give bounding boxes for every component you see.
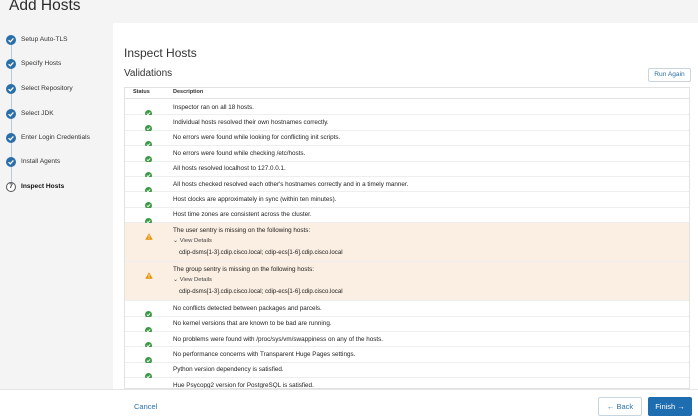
check-icon bbox=[6, 133, 16, 143]
column-header-description: Description bbox=[173, 89, 204, 95]
wizard-sidebar: Setup Auto-TLS Specify Hosts Select Repo… bbox=[0, 23, 113, 389]
step-install-agents[interactable]: Install Agents bbox=[6, 157, 111, 169]
table-row: Host time zones are consistent across th… bbox=[125, 207, 689, 225]
row-description: No problems were found with /proc/sys/vm… bbox=[173, 335, 383, 343]
row-description: Host time zones are consistent across th… bbox=[173, 211, 312, 219]
chevron-down-icon: ⌄ bbox=[173, 238, 180, 245]
success-check-icon bbox=[145, 351, 152, 365]
success-check-icon bbox=[145, 321, 152, 334]
table-row: No errors were found while checking /etc… bbox=[125, 146, 689, 164]
table-row: Hue Psycopg2 version for PostgreSQL is s… bbox=[125, 378, 689, 389]
check-icon bbox=[6, 157, 16, 167]
step-setup-auto-tls[interactable]: Setup Auto-TLS bbox=[6, 35, 111, 47]
wizard-footer: Cancel ← Back Finish → bbox=[0, 389, 698, 419]
step-label: Enter Login Credentials bbox=[21, 134, 90, 141]
row-description: Hue Psycopg2 version for PostgreSQL is s… bbox=[173, 381, 314, 389]
step-label: Specify Hosts bbox=[21, 60, 62, 67]
check-icon bbox=[6, 84, 16, 94]
success-check-icon bbox=[145, 181, 152, 194]
success-check-icon bbox=[145, 119, 152, 133]
back-button[interactable]: ← Back bbox=[598, 397, 642, 416]
check-icon bbox=[6, 109, 16, 119]
view-details-label: View Details bbox=[179, 238, 213, 245]
row-detail-hosts: cdip-dsms[1-3].cdip.cisco.local; cdip-ec… bbox=[179, 288, 343, 296]
success-check-icon bbox=[145, 212, 152, 225]
row-detail-hosts: cdip-dsms[1-3].cdip.cisco.local; cdip-ec… bbox=[179, 249, 343, 257]
cancel-button[interactable]: Cancel bbox=[134, 402, 157, 411]
table-row: All hosts checked resolved each other's … bbox=[125, 177, 689, 194]
check-icon bbox=[6, 59, 16, 69]
step-number: 7 bbox=[9, 183, 13, 190]
row-description: Host clocks are approximately in sync (w… bbox=[173, 195, 337, 203]
top-header: Add Hosts bbox=[0, 0, 698, 23]
table-row: No errors were found while looking for c… bbox=[125, 130, 689, 148]
success-check-icon bbox=[145, 135, 152, 148]
row-description: Python version dependency is satisfied. bbox=[173, 366, 284, 374]
step-label: Select JDK bbox=[21, 110, 54, 117]
table-row: The group sentry is missing on the follo… bbox=[125, 262, 689, 302]
step-label: Install Agents bbox=[21, 158, 61, 165]
success-check-icon bbox=[145, 367, 152, 380]
step-number-badge: 7 bbox=[6, 182, 16, 192]
view-details-toggle[interactable]: ⌄ View Details bbox=[173, 276, 212, 283]
row-description: No errors were found while looking for c… bbox=[173, 134, 341, 142]
main-panel: Inspect Hosts Validations Run Again Stat… bbox=[113, 23, 698, 389]
table-row: Individual hosts resolved their own host… bbox=[125, 115, 689, 133]
validations-heading: Validations bbox=[124, 68, 173, 79]
success-check-icon bbox=[145, 305, 152, 319]
success-check-icon bbox=[145, 196, 152, 210]
table-row: Inspector ran on all 18 hosts. bbox=[125, 100, 689, 117]
success-check-icon bbox=[145, 150, 152, 164]
row-description: No errors were found while checking /etc… bbox=[173, 149, 306, 157]
row-description: All hosts checked resolved each other's … bbox=[173, 180, 409, 188]
success-check-icon bbox=[145, 104, 152, 117]
validations-table: Status Description Inspector ran on all … bbox=[124, 87, 690, 389]
row-description: Individual hosts resolved their own host… bbox=[173, 118, 329, 126]
success-check-icon bbox=[145, 382, 152, 388]
section-title: Inspect Hosts bbox=[124, 46, 197, 60]
step-label: Inspect Hosts bbox=[21, 183, 65, 190]
step-specify-hosts[interactable]: Specify Hosts bbox=[6, 59, 111, 71]
view-details-toggle[interactable]: ⌄ View Details bbox=[173, 237, 212, 244]
success-check-icon bbox=[145, 166, 152, 179]
step-select-jdk[interactable]: Select JDK bbox=[6, 109, 111, 121]
table-row: All hosts resolved localhost to 127.0.0.… bbox=[125, 161, 689, 179]
success-check-icon bbox=[145, 336, 152, 349]
table-row: Python version dependency is satisfied. bbox=[125, 362, 689, 380]
step-select-repository[interactable]: Select Repository bbox=[6, 84, 111, 96]
table-header: Status Description bbox=[125, 88, 689, 99]
step-label: Setup Auto-TLS bbox=[21, 36, 68, 43]
finish-button[interactable]: Finish → bbox=[648, 397, 692, 416]
table-row: Host clocks are approximately in sync (w… bbox=[125, 192, 689, 210]
row-description: The user sentry is missing on the follow… bbox=[173, 226, 311, 234]
warning-icon bbox=[145, 266, 153, 279]
step-label: Select Repository bbox=[21, 85, 73, 92]
view-details-label: View Details bbox=[179, 277, 213, 284]
column-header-status: Status bbox=[133, 89, 150, 95]
table-row: No kernel versions that are known to be … bbox=[125, 316, 689, 334]
table-row: No problems were found with /proc/sys/vm… bbox=[125, 332, 689, 349]
chevron-down-icon: ⌄ bbox=[173, 277, 180, 284]
row-description: No conflicts detected between packages a… bbox=[173, 304, 322, 312]
table-row: No conflicts detected between packages a… bbox=[125, 301, 689, 319]
step-inspect-hosts[interactable]: 7 Inspect Hosts bbox=[6, 182, 111, 194]
run-again-button[interactable]: Run Again bbox=[648, 68, 691, 82]
row-description: The group sentry is missing on the follo… bbox=[173, 265, 315, 273]
row-description: No performance concerns with Transparent… bbox=[173, 350, 356, 358]
row-description: No kernel versions that are known to be … bbox=[173, 320, 332, 328]
page-title: Add Hosts bbox=[9, 0, 81, 14]
table-row: No performance concerns with Transparent… bbox=[125, 347, 689, 365]
row-description: Inspector ran on all 18 hosts. bbox=[173, 103, 254, 111]
warning-icon bbox=[145, 227, 153, 240]
row-description: All hosts resolved localhost to 127.0.0.… bbox=[173, 165, 286, 173]
check-icon bbox=[6, 35, 16, 45]
table-row: The user sentry is missing on the follow… bbox=[125, 223, 689, 263]
step-enter-login-credentials[interactable]: Enter Login Credentials bbox=[6, 133, 111, 145]
